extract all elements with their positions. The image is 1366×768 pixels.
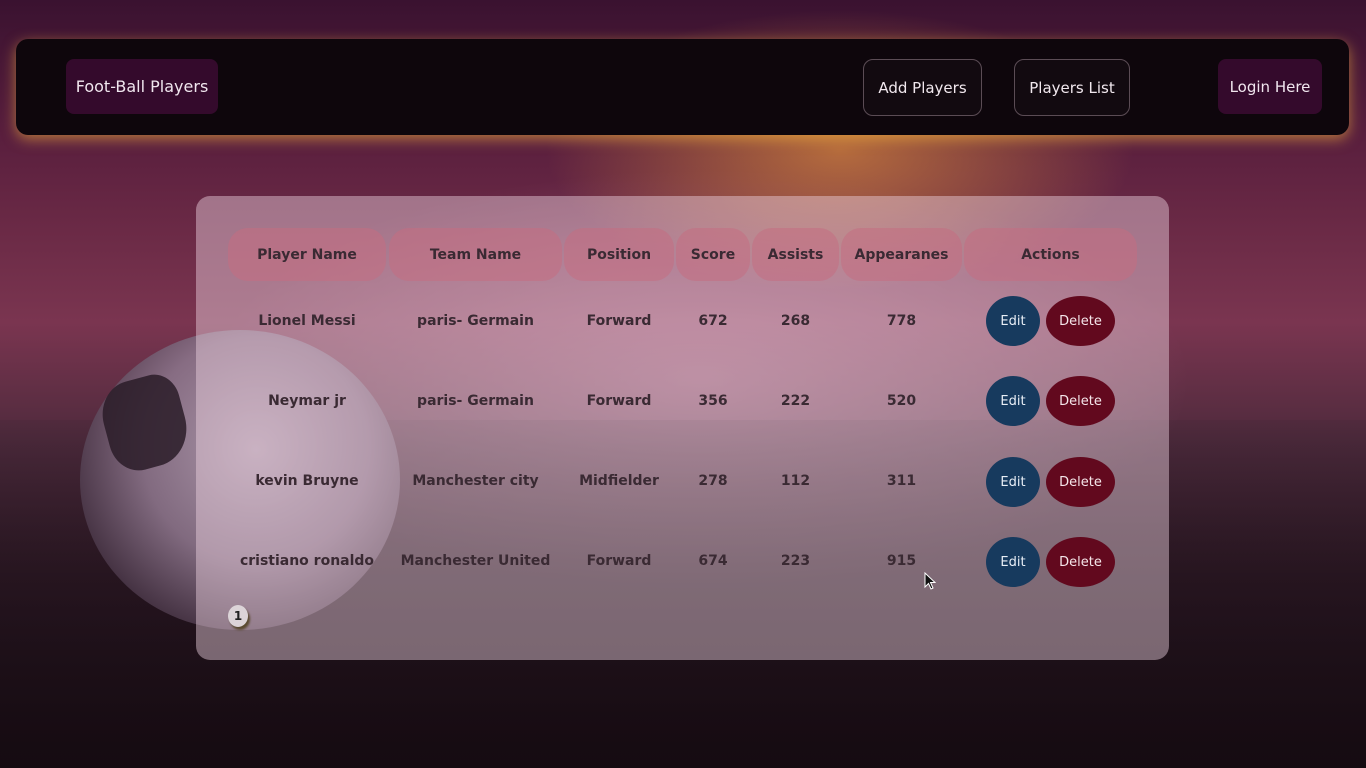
header-team-name: Team Name	[389, 228, 562, 281]
cell-position: Forward	[586, 553, 652, 569]
delete-button[interactable]: Delete	[1046, 296, 1115, 346]
mouse-cursor-icon	[924, 572, 937, 590]
delete-button[interactable]: Delete	[1046, 376, 1115, 426]
cell-position: Midfielder	[579, 473, 659, 489]
cell-player-name: cristiano ronaldo	[239, 553, 375, 569]
cell-player-name: kevin Bruyne	[255, 473, 359, 489]
header-actions: Actions	[964, 228, 1137, 281]
cell-assists: 223	[780, 553, 811, 569]
cell-assists: 112	[780, 473, 811, 489]
brand-link[interactable]: Foot-Ball Players	[66, 59, 218, 114]
cell-assists: 222	[780, 393, 811, 409]
cell-team-name: Manchester United	[400, 553, 551, 569]
cell-team-name: Manchester city	[412, 473, 539, 489]
cell-player-name: Lionel Messi	[258, 313, 356, 329]
cell-team-name: paris- Germain	[417, 313, 534, 329]
edit-button[interactable]: Edit	[986, 296, 1040, 346]
cell-assists: 268	[780, 313, 811, 329]
cell-score: 278	[698, 473, 728, 489]
login-button[interactable]: Login Here	[1218, 59, 1322, 114]
cell-appearances: 915	[886, 553, 917, 569]
cell-score: 674	[698, 553, 728, 569]
cell-position: Forward	[586, 313, 652, 329]
header-position: Position	[564, 228, 674, 281]
cell-score: 672	[698, 313, 728, 329]
cell-appearances: 778	[886, 313, 917, 329]
navbar: Foot-Ball Players Add Players Players Li…	[16, 39, 1349, 135]
pagination-page-button[interactable]: 1	[228, 605, 248, 627]
header-player-name: Player Name	[228, 228, 386, 281]
players-table-card: Player Name Team Name Position Score Ass…	[196, 196, 1169, 660]
cell-score: 356	[698, 393, 728, 409]
edit-button[interactable]: Edit	[986, 537, 1040, 587]
delete-button[interactable]: Delete	[1046, 537, 1115, 587]
header-appearances: Appearanes	[841, 228, 962, 281]
add-players-button[interactable]: Add Players	[863, 59, 982, 116]
edit-button[interactable]: Edit	[986, 376, 1040, 426]
cell-appearances: 311	[886, 473, 917, 489]
header-assists: Assists	[752, 228, 839, 281]
cell-position: Forward	[586, 393, 652, 409]
cell-player-name: Neymar jr	[268, 393, 346, 409]
players-list-button[interactable]: Players List	[1014, 59, 1130, 116]
cell-team-name: paris- Germain	[417, 393, 534, 409]
delete-button[interactable]: Delete	[1046, 457, 1115, 507]
edit-button[interactable]: Edit	[986, 457, 1040, 507]
header-score: Score	[676, 228, 750, 281]
cell-appearances: 520	[886, 393, 917, 409]
